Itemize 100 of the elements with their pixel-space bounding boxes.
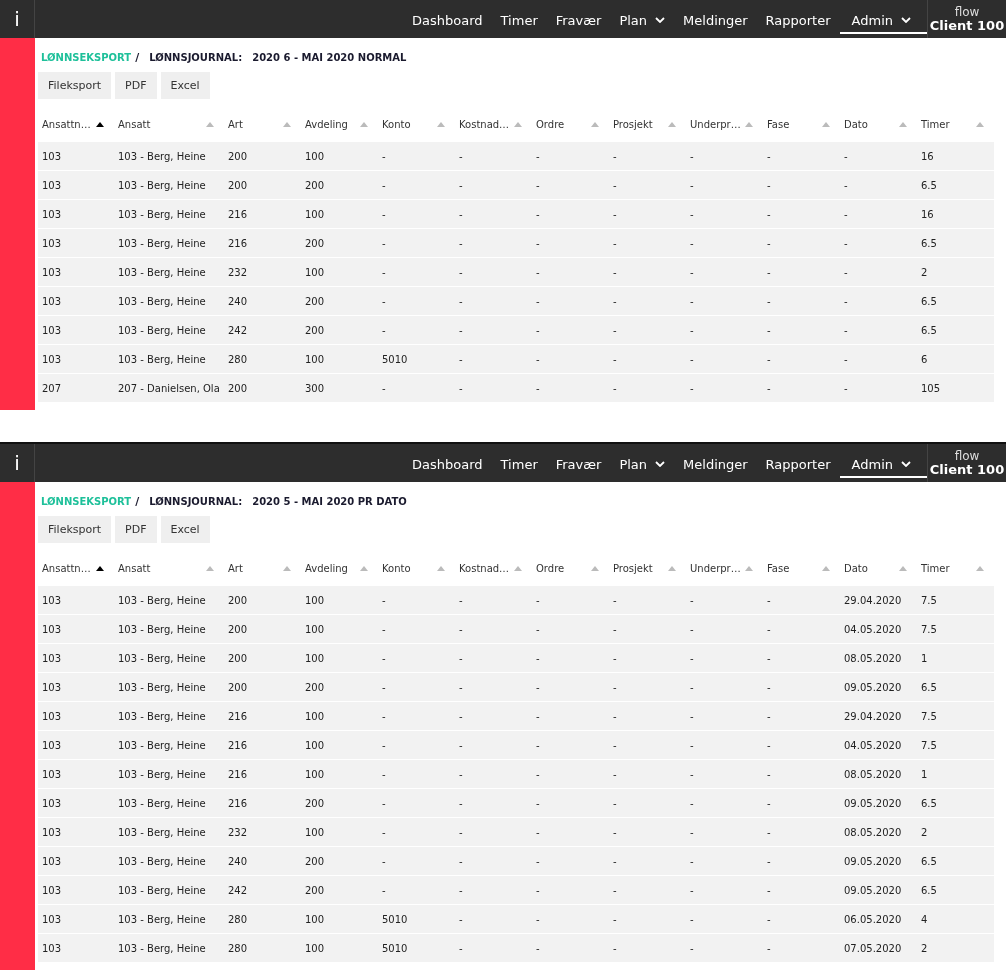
table-cell-text: - [689,738,695,753]
export-button[interactable]: PDF [115,72,157,99]
column-header[interactable]: Prosjekt [609,554,686,582]
column-header[interactable]: Dato [840,554,917,582]
table-cell-text: - [689,593,695,608]
table-cell-text: - [535,236,541,251]
report-title: 2020 6 - MAI 2020 NORMAL [252,52,407,63]
column-header[interactable]: Ansatt [114,110,224,138]
column-header[interactable]: Avdeling [301,110,378,138]
table-cell-text: 5010 [381,941,409,956]
table-cell-text: 242 [227,883,249,898]
table-cell-text: - [689,854,695,869]
table-cell-text: - [535,265,541,280]
column-header[interactable]: Underpr… [686,554,763,582]
table-cell-text: 6.5 [920,854,938,869]
column-header[interactable]: Underpr… [686,110,763,138]
nav-item[interactable]: Plan [610,452,675,478]
nav-item[interactable]: Plan [610,8,675,34]
nav-item[interactable]: Admin [839,8,927,34]
column-header[interactable]: Timer [917,110,994,138]
export-button[interactable]: Excel [160,516,210,543]
column-header[interactable]: Fase [763,554,840,582]
nav-item[interactable]: Timer [491,452,547,478]
table-cell-text: - [381,709,387,724]
export-button[interactable]: Fileksport [38,516,112,543]
table-cell-text: 1 [920,767,929,782]
table-cell-text: - [612,323,618,338]
column-header[interactable]: Ansatt [114,554,224,582]
table-cell-text: - [689,651,695,666]
table-cell-text: 6.5 [920,883,938,898]
table-cell-text: - [766,738,772,753]
column-header[interactable]: Konto [378,554,455,582]
table-cell-text: 280 [227,912,249,927]
column-header[interactable]: Ansattn… [38,110,114,138]
table-cell-text: 207 - Danielsen, Ola [117,381,221,396]
column-header[interactable]: Timer [917,554,994,582]
nav-item[interactable]: Admin [839,452,927,478]
table-cell-text: - [766,796,772,811]
table-cell-text: - [381,622,387,637]
table-cell-text: - [535,767,541,782]
column-header[interactable]: Kostnad… [455,110,532,138]
table-cell-text: - [766,294,772,309]
column-header[interactable]: Kostnad… [455,554,532,582]
nav-item[interactable]: Rapporter [756,8,840,34]
table-cell-text: 103 - Berg, Heine [117,709,207,724]
nav-item[interactable]: Rapporter [756,452,840,478]
column-header[interactable]: Ordre [532,554,609,582]
table-cell-text: 6.5 [920,680,938,695]
nav-item[interactable]: Fravær [546,8,611,34]
table-cell-text: - [381,883,387,898]
column-header[interactable]: Art [224,554,301,582]
client-switcher[interactable]: flow Client 100 [927,444,1006,482]
table-cell-text: - [766,178,772,193]
table-cell-text: 103 - Berg, Heine [117,265,207,280]
table-cell-text: - [381,236,387,251]
column-header[interactable]: Art [224,110,301,138]
table-cell-text: - [612,941,618,956]
table-cell-text: - [843,352,849,367]
table-cell-text: 29.04.2020 [843,593,903,608]
column-header[interactable]: Ordre [532,110,609,138]
nav-item[interactable]: Timer [491,8,547,34]
column-header[interactable]: Ansattn… [38,554,114,582]
nav-item[interactable]: Meldinger [674,452,757,478]
table-cell-text: - [689,265,695,280]
table-cell-text: - [766,236,772,251]
export-button[interactable]: PDF [115,516,157,543]
nav-item[interactable]: Meldinger [674,8,757,34]
table-cell-text: 216 [227,207,249,222]
table-cell-text: 103 - Berg, Heine [117,593,207,608]
client-switcher[interactable]: flow Client 100 [927,0,1006,38]
column-header[interactable]: Dato [840,110,917,138]
export-button[interactable]: Fileksport [38,72,112,99]
table-cell-text: - [458,651,464,666]
table-cell-text: 103 [41,294,63,309]
column-header[interactable]: Fase [763,110,840,138]
table-cell-text: - [535,352,541,367]
column-header[interactable]: Prosjekt [609,110,686,138]
table-cell-text: - [612,207,618,222]
nav-item[interactable]: Fravær [546,452,611,478]
nav-item[interactable]: Dashboard [403,452,492,478]
table-cell-text: - [843,294,849,309]
table-cell-text: 207 [41,381,63,396]
table-cell-text: 200 [304,796,326,811]
table-cell-text: - [689,912,695,927]
table-cell-text: - [612,738,618,753]
column-header[interactable]: Konto [378,110,455,138]
table-cell-text: - [612,178,618,193]
table-cell-text: - [381,854,387,869]
table-cell-text: - [612,680,618,695]
nav-item[interactable]: Dashboard [403,8,492,34]
table-cell-text: - [458,323,464,338]
column-header[interactable]: Avdeling [301,554,378,582]
table-cell-text: 103 - Berg, Heine [117,680,207,695]
table-cell-text: - [381,767,387,782]
table-cell-text: 100 [304,941,326,956]
export-button[interactable]: Excel [160,72,210,99]
table-cell-text: - [381,294,387,309]
table-cell-text: 103 [41,236,63,251]
table-cell-text: - [458,178,464,193]
table-cell-text: - [766,854,772,869]
